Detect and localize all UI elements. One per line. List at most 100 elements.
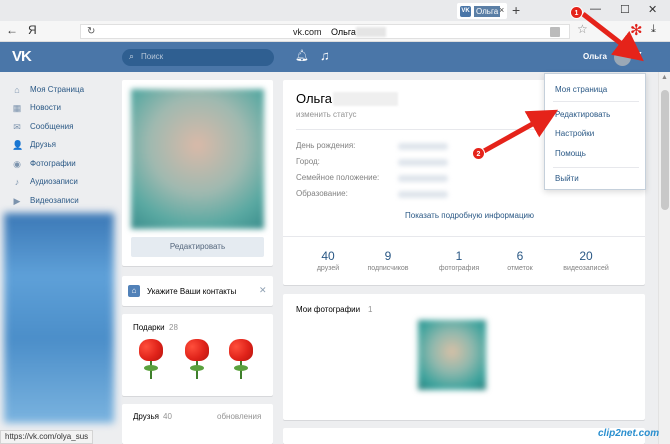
gift-flowers[interactable] xyxy=(138,339,164,381)
avatar[interactable] xyxy=(614,49,631,66)
redacted-value xyxy=(398,175,448,182)
scrollbar-thumb[interactable] xyxy=(661,90,669,210)
next-card xyxy=(283,428,645,444)
download-icon[interactable]: ⤓ xyxy=(651,23,656,36)
stat-label: подписчиков xyxy=(367,265,409,272)
profile-name: Ольга xyxy=(296,91,333,106)
divider xyxy=(553,101,639,102)
contacts-prompt-link[interactable]: Укажите Ваши контакты xyxy=(147,287,236,296)
extension-icon[interactable]: ✻ xyxy=(630,21,643,39)
home-icon: ⌂ xyxy=(14,85,20,95)
divider xyxy=(553,167,639,168)
url-page-title: Ольга xyxy=(331,27,356,37)
divider xyxy=(283,236,645,237)
sidebar-item-label: Фотографии xyxy=(30,159,76,168)
stat-label: фотография xyxy=(438,265,480,272)
sidebar-ad-image[interactable] xyxy=(4,213,114,423)
gifts-title[interactable]: Подарки xyxy=(133,323,165,332)
friends-card xyxy=(122,404,273,444)
redacted-text xyxy=(356,27,386,37)
annotation-badge-2: 2 xyxy=(472,147,485,160)
info-label-relationship: Семейное положение: xyxy=(296,173,380,182)
annotation-badge-1: 1 xyxy=(570,6,583,19)
redacted-value xyxy=(398,143,448,150)
home-icon: ⌂ xyxy=(128,285,140,297)
page-scrollbar[interactable]: ▲ xyxy=(658,72,670,444)
close-window-button[interactable]: ✕ xyxy=(648,3,657,16)
search-placeholder: Поиск xyxy=(141,52,164,61)
stat-value: 6 xyxy=(516,249,524,263)
stat-label: друзей xyxy=(316,265,340,272)
stat-label: отметок xyxy=(507,265,533,272)
gift-flowers[interactable] xyxy=(184,339,210,381)
photo-thumbnail[interactable] xyxy=(418,320,486,390)
menu-item-my-page[interactable]: Моя страница xyxy=(555,85,607,94)
edit-profile-button[interactable]: Редактировать xyxy=(131,237,264,257)
chevron-down-icon[interactable]: ▼ xyxy=(636,51,643,58)
profile-photo[interactable] xyxy=(131,89,264,229)
url-field[interactable]: ↻ vk.com Ольга xyxy=(80,24,570,39)
stat-videos[interactable]: 20 видеозаписей xyxy=(556,249,616,272)
sidebar-item-label: Аудиозаписи xyxy=(30,177,78,186)
sidebar-item-label: Сообщения xyxy=(30,122,74,131)
info-label-city: Город: xyxy=(296,157,320,166)
friends-icon: 👤 xyxy=(12,140,24,150)
stat-label: видеозаписей xyxy=(563,265,609,272)
scroll-up-icon[interactable]: ▲ xyxy=(661,74,668,81)
stat-followers[interactable]: 9 подписчиков xyxy=(358,249,418,272)
search-icon: ⌕ xyxy=(129,51,135,61)
friends-updates-link[interactable]: обновления xyxy=(217,412,261,421)
browser-tab[interactable]: VK Ольга × xyxy=(457,3,507,19)
photos-icon: ◉ xyxy=(13,159,21,169)
my-photos-title[interactable]: Мои фотографии xyxy=(296,305,360,314)
redacted-value xyxy=(398,191,448,198)
my-photos-count: 1 xyxy=(368,305,373,314)
watermark: clip2net.com xyxy=(598,428,660,439)
close-icon[interactable]: ✕ xyxy=(259,285,267,296)
notifications-bell-icon[interactable]: 🔔︎ xyxy=(295,49,309,62)
show-more-info-link[interactable]: Показать подробную информацию xyxy=(405,211,534,220)
gifts-count: 28 xyxy=(169,323,178,332)
header-user-name[interactable]: Ольга xyxy=(583,52,607,61)
yandex-logo[interactable]: Я xyxy=(28,23,37,37)
menu-item-logout[interactable]: Выйти xyxy=(555,174,579,183)
back-button[interactable]: ← xyxy=(6,23,18,37)
minimize-button[interactable]: — xyxy=(590,3,601,15)
friends-count: 40 xyxy=(163,412,172,421)
search-input[interactable]: ⌕ Поиск xyxy=(122,49,274,66)
audio-icon: ♪ xyxy=(14,177,20,187)
stat-tags[interactable]: 6 отметок xyxy=(490,249,550,272)
maximize-button[interactable]: ☐ xyxy=(620,3,630,16)
vk-logo[interactable]: VK xyxy=(12,48,32,65)
sidebar-item-label: Моя Страница xyxy=(30,85,85,94)
sidebar-item-label: Друзья xyxy=(30,140,56,149)
menu-item-edit[interactable]: Редактировать xyxy=(555,110,610,119)
reload-icon[interactable]: ↻ xyxy=(87,26,95,37)
stat-friends[interactable]: 40 друзей xyxy=(298,249,358,272)
new-tab-button[interactable]: + xyxy=(512,2,520,18)
sidebar-item-label: Видеозаписи xyxy=(30,196,79,205)
browser-addressbar: ← Я ↻ vk.com Ольга ☆ ✻ ⤓ xyxy=(0,21,670,42)
music-note-icon[interactable]: ♫ xyxy=(320,48,330,63)
info-label-birthday: День рождения: xyxy=(296,141,356,150)
bookmark-star-icon[interactable]: ☆ xyxy=(577,22,588,36)
friends-title[interactable]: Друзья xyxy=(133,412,159,421)
news-icon: ▦ xyxy=(12,103,22,113)
gift-flowers[interactable] xyxy=(228,339,254,381)
tab-title: Ольга xyxy=(474,6,501,17)
video-icon: ▶ xyxy=(13,196,21,206)
redacted-value xyxy=(398,159,448,166)
menu-item-settings[interactable]: Настройки xyxy=(555,129,594,138)
stat-value: 20 xyxy=(579,249,593,263)
close-tab-icon[interactable]: × xyxy=(499,5,504,15)
browser-status-url: https://vk.com/olya_sus xyxy=(0,430,94,444)
stat-value: 40 xyxy=(321,249,335,263)
stat-value: 9 xyxy=(384,249,392,263)
menu-item-help[interactable]: Помощь xyxy=(555,149,586,158)
redacted-text xyxy=(333,92,398,106)
change-status-link[interactable]: изменить статус xyxy=(296,110,357,119)
stat-photos[interactable]: 1 фотография xyxy=(429,249,489,272)
user-dropdown-menu: Моя страница Редактировать Настройки Пом… xyxy=(544,73,646,190)
vk-tab-icon: VK xyxy=(460,6,471,17)
protect-icon[interactable] xyxy=(550,27,560,37)
